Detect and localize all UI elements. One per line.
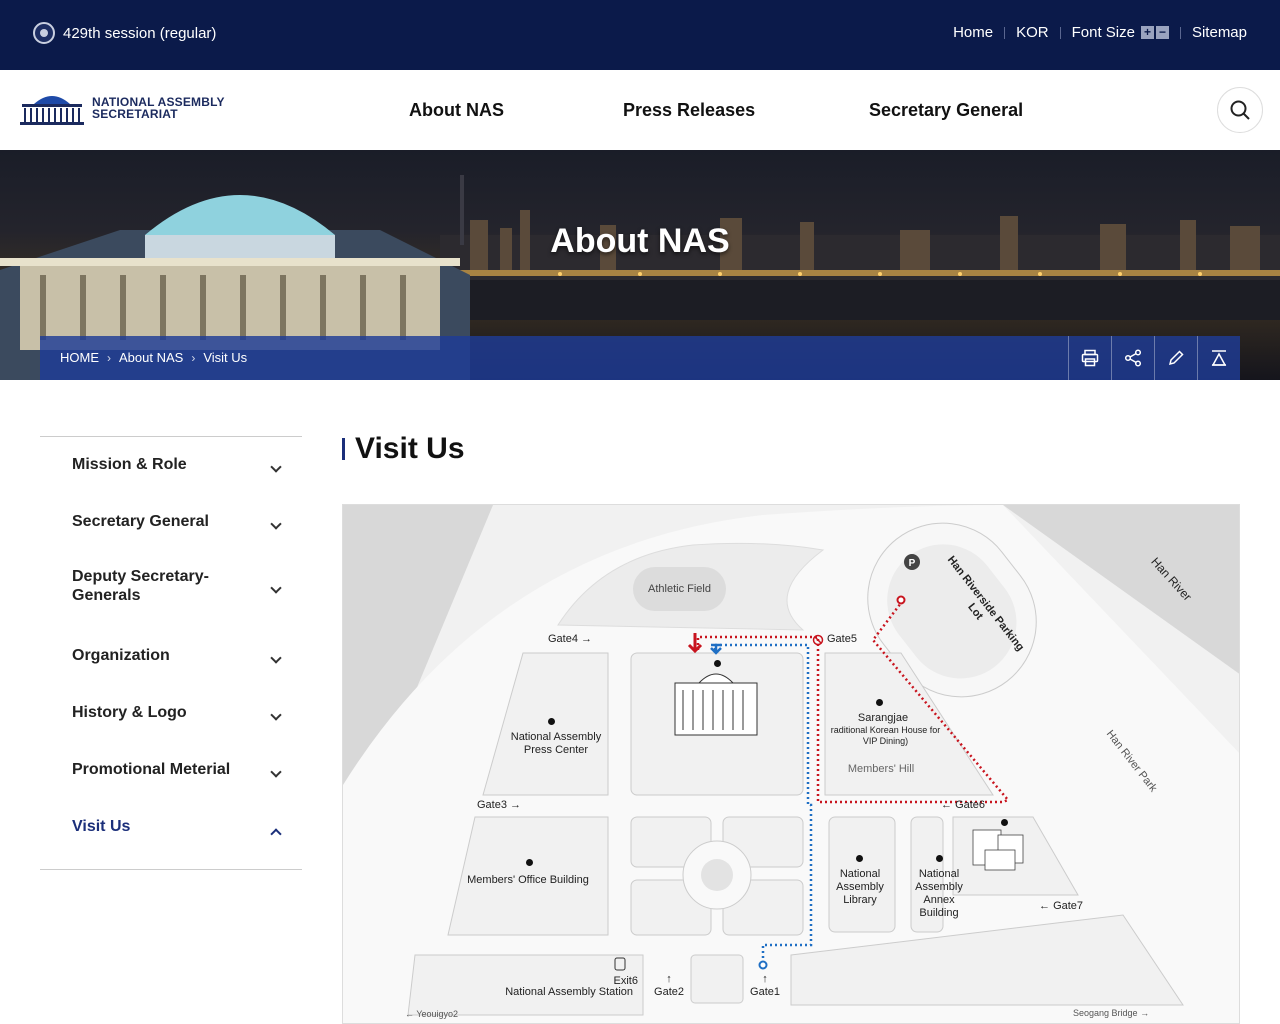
page-title: Visit Us: [342, 432, 465, 466]
assembly-emblem-icon: [33, 22, 55, 44]
print-button[interactable]: [1068, 336, 1111, 380]
nav-press-releases[interactable]: Press Releases: [623, 100, 755, 121]
gate1-label: ↑ Gate1: [750, 973, 780, 998]
pencil-icon: [1168, 350, 1184, 366]
share-icon: [1124, 349, 1142, 367]
font-decrease-button[interactable]: −: [1155, 26, 1169, 39]
breadcrumb-current: Visit Us: [203, 350, 248, 365]
page-title-text: Visit Us: [355, 432, 465, 465]
sidebar-item-secretary-general[interactable]: Secretary General: [40, 494, 302, 551]
nav-about-nas[interactable]: About NAS: [409, 100, 504, 121]
breadcrumb-home[interactable]: HOME: [60, 350, 99, 365]
gate6-label: ← Gate6: [941, 799, 986, 811]
logo-line-2: SECRETARIAT: [92, 107, 178, 121]
chevron-down-icon: [270, 518, 282, 530]
svg-text:P: P: [909, 558, 916, 569]
map-marker: [548, 718, 555, 725]
gate4-label: Gate4 →: [548, 633, 593, 645]
sidebar-item-promotional[interactable]: Promotional Meterial: [40, 742, 302, 799]
gate5-label: Gate5: [827, 633, 857, 645]
chevron-down-icon: [270, 766, 282, 778]
map-marker: [936, 855, 943, 862]
gate7-label: ← Gate7: [1039, 900, 1084, 912]
chevron-down-icon: [270, 582, 282, 594]
breadcrumb-bar: HOME › About NAS › Visit Us: [40, 336, 1240, 380]
seogang-bridge-label: Seogang Bridge →: [1073, 1008, 1150, 1018]
map-marker: [1001, 819, 1008, 826]
sidebar-item-history[interactable]: History & Logo: [40, 685, 302, 742]
main-header: NATIONAL ASSEMBLY SECRETARIAT About NAS …: [0, 70, 1280, 150]
chevron-right-icon: ›: [191, 350, 196, 365]
sarangjae-sub-label: raditional Korean House for VIP Dining): [830, 725, 941, 746]
sidebar-item-organization[interactable]: Organization: [40, 628, 302, 685]
sidebar-menu: Mission & Role Secretary General Deputy …: [40, 436, 302, 870]
press-center-label: National Assembly Press Center: [510, 731, 602, 756]
breadcrumb-about[interactable]: About NAS: [119, 350, 183, 365]
assembly-building-logo-icon: [20, 96, 84, 125]
breadcrumb: HOME › About NAS › Visit Us: [60, 350, 247, 365]
campus-map-drawing: P: [343, 505, 1239, 1023]
members-office-label: Members' Office Building: [467, 874, 589, 886]
sidebar-item-visit-us[interactable]: Visit Us: [40, 799, 302, 869]
yeouigyo-label: ← Yeouigyo2: [405, 1009, 459, 1019]
station-label: National Assembly Station: [505, 986, 633, 998]
divider: [1004, 26, 1006, 39]
annex-building-label: National Assembly Annex Building: [915, 868, 963, 919]
edit-button[interactable]: [1154, 336, 1197, 380]
athletic-field-label: Athletic Field: [648, 583, 711, 595]
map-marker: [526, 859, 533, 866]
sitemap-link[interactable]: Sitemap: [1192, 24, 1247, 41]
session-info: 429th session (regular): [33, 22, 216, 44]
sidebar-item-label: Promotional Meterial: [72, 761, 231, 778]
sidebar-item-deputy[interactable]: Deputy Secretary-Generals: [40, 551, 302, 628]
hero-banner: About NAS HOME › About NAS › Visit Us: [0, 150, 1280, 380]
share-button[interactable]: [1111, 336, 1154, 380]
font-increase-button[interactable]: +: [1140, 26, 1154, 39]
map-marker: [856, 855, 863, 862]
search-button[interactable]: [1217, 87, 1263, 133]
gate2-label: ↑ Gate2: [654, 973, 684, 998]
font-size-label: Font Size: [1071, 24, 1135, 41]
sarangjae-label: Sarangjae: [857, 712, 909, 724]
sidebar-item-label: History & Logo: [72, 704, 187, 721]
campus-map: P Athletic Field Han Riverside Parking L…: [342, 504, 1240, 1024]
map-marker: [714, 660, 721, 667]
sidebar-item-label: Deputy Secretary-Generals: [72, 568, 209, 604]
chevron-up-icon: [270, 828, 282, 840]
chevron-down-icon: [270, 461, 282, 473]
utility-links: Home KOR Font Size + − Sitemap: [953, 24, 1247, 41]
gate3-label: Gate3 →: [477, 799, 522, 811]
sidebar-item-label: Mission & Role: [72, 456, 187, 473]
members-hill-label: Members' Hill: [847, 763, 915, 775]
session-text: 429th session (regular): [63, 24, 217, 42]
scroll-top-button[interactable]: [1197, 336, 1240, 380]
map-marker: [876, 699, 883, 706]
top-arrow-icon: [1211, 350, 1227, 366]
chevron-right-icon: ›: [107, 350, 111, 365]
top-utility-bar: 429th session (regular) Home KOR Font Si…: [0, 0, 1280, 70]
chevron-down-icon: [270, 652, 282, 664]
chevron-down-icon: [270, 709, 282, 721]
kor-link[interactable]: KOR: [1016, 24, 1049, 41]
hero-title: About NAS: [550, 222, 730, 260]
nav-secretary-general[interactable]: Secretary General: [869, 100, 1023, 121]
sidebar-item-label: Secretary General: [72, 513, 209, 530]
print-icon: [1081, 349, 1099, 367]
title-accent-bar: [342, 438, 345, 460]
sidebar-item-label: Organization: [72, 647, 170, 664]
search-icon: [1230, 100, 1250, 120]
home-link[interactable]: Home: [953, 24, 993, 41]
sidebar-item-label: Visit Us: [72, 818, 131, 835]
sidebar-item-mission[interactable]: Mission & Role: [40, 437, 302, 494]
divider: [1059, 26, 1061, 39]
site-logo[interactable]: NATIONAL ASSEMBLY SECRETARIAT: [20, 90, 225, 126]
library-label: National Assembly Library: [836, 868, 884, 906]
page-tools: [1068, 336, 1240, 380]
divider: [1179, 26, 1181, 39]
